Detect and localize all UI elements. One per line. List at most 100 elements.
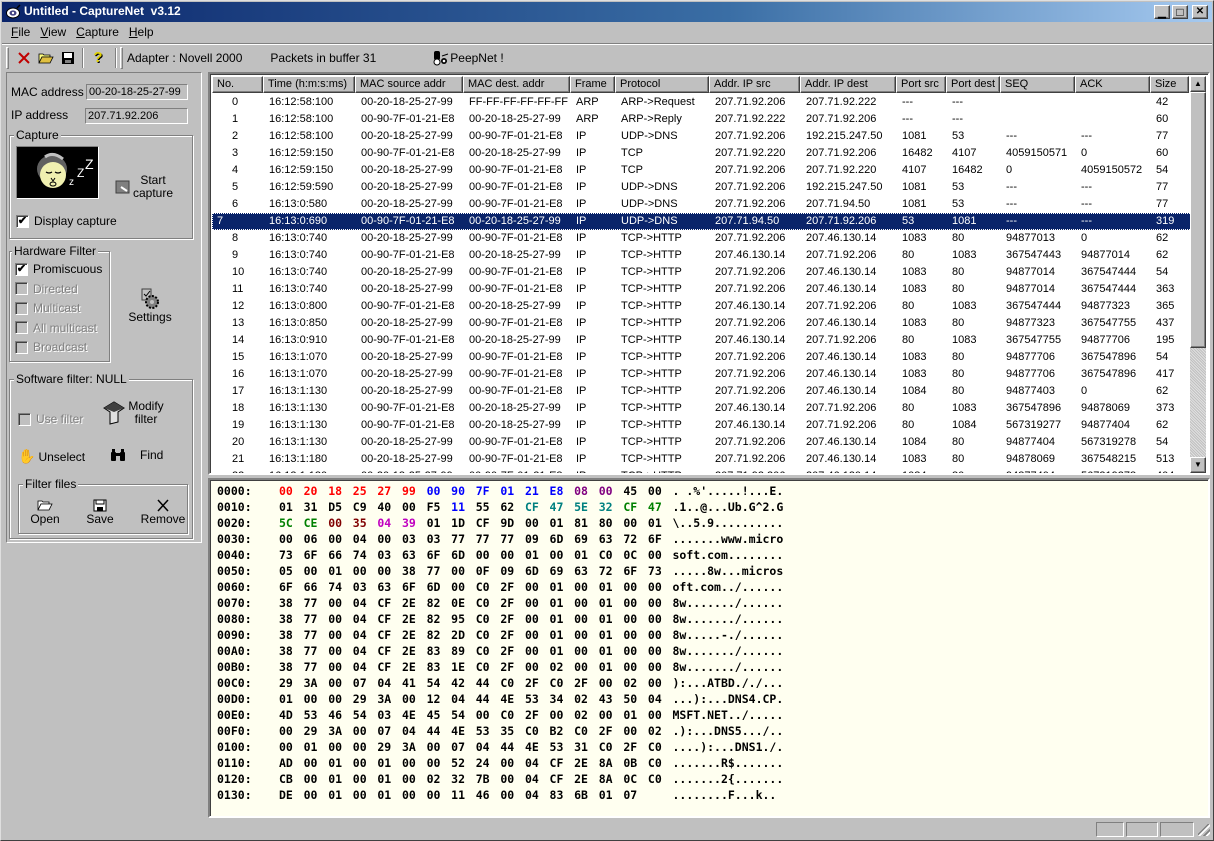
hex-byte: 00 xyxy=(451,564,466,578)
maximize-button[interactable]: □ xyxy=(1172,5,1188,19)
packet-row[interactable]: 0 16:12:58:100 00-20-18-25-27-99 FF-FF-FF-F… xyxy=(212,94,1194,111)
column-header[interactable]: Port src xyxy=(896,76,946,93)
scroll-down-button[interactable]: ▼ xyxy=(1190,457,1206,473)
column-header[interactable]: Time (h:m:s:ms) xyxy=(263,76,355,93)
scroll-up-button[interactable]: ▲ xyxy=(1190,76,1206,92)
hardware-filter-broadcast-checkbox[interactable]: Broadcast xyxy=(15,340,87,354)
packet-cell: 367547755 xyxy=(1006,334,1062,346)
column-header[interactable]: No. xyxy=(212,76,263,93)
packet-row[interactable]: 20 16:13:1:130 00-20-18-25-27-99 00-90-7F-0… xyxy=(212,434,1194,451)
toolbar-grip[interactable] xyxy=(120,46,123,69)
hex-byte: 6F xyxy=(623,564,638,578)
packet-row[interactable]: 18 16:13:1:130 00-90-7F-01-21-E8 00-20-18-2… xyxy=(212,400,1194,417)
start-capture-button[interactable]: Start capture xyxy=(114,174,174,200)
packet-cell: 00-90-7F-01-21-E8 xyxy=(469,317,563,329)
packet-cell: 16:13:1:180 xyxy=(263,468,355,473)
packet-row[interactable]: 9 16:13:0:740 00-90-7F-01-21-E8 00-20-18-25… xyxy=(212,247,1194,264)
packet-row[interactable]: 21 16:13:1:180 00-20-18-25-27-99 00-90-7F-0… xyxy=(212,451,1194,468)
packet-row[interactable]: 6 16:13:0:580 00-20-18-25-27-99 00-90-7F-01… xyxy=(212,196,1194,213)
save-filter-button[interactable]: Save xyxy=(85,499,115,526)
hex-byte: 44 xyxy=(426,724,441,738)
peepnet-button[interactable]: PeepNet ! xyxy=(432,50,504,66)
packet-row[interactable]: 13 16:13:0:850 00-20-18-25-27-99 00-90-7F-0… xyxy=(212,315,1194,332)
packet-row[interactable]: 2 16:12:58:100 00-20-18-25-27-99 00-90-7F-0… xyxy=(212,128,1194,145)
unselect-button[interactable]: ✋ Unselect xyxy=(18,448,85,465)
menu-capture[interactable]: Capture xyxy=(71,25,124,39)
save-button[interactable] xyxy=(57,47,79,69)
column-header[interactable]: MAC source addr xyxy=(355,76,463,93)
close-button[interactable]: ✕ xyxy=(1192,5,1208,19)
remove-filter-button[interactable]: Remove xyxy=(141,499,185,526)
packet-row[interactable]: 8 16:13:0:740 00-20-18-25-27-99 00-90-7F-01… xyxy=(212,230,1194,247)
column-header[interactable]: Protocol xyxy=(615,76,709,93)
column-header[interactable]: SEQ xyxy=(1000,76,1075,93)
packet-row[interactable]: 2216:13:1:18000-20-18-25-27-9900-90-7F-0… xyxy=(212,468,1194,473)
hex-byte: 00 xyxy=(623,724,638,738)
packet-row[interactable]: 4 16:12:59:150 00-20-18-25-27-99 00-90-7F-0… xyxy=(212,162,1194,179)
packet-cell: 00-90-7F-01-21-E8 xyxy=(469,130,563,142)
packet-cell: 17 xyxy=(232,385,245,397)
x-icon xyxy=(18,51,30,64)
packet-cell: 16:13:1:130 xyxy=(269,402,328,414)
title-bar: Untitled - CaptureNet v3.12 ▁ □ ✕ xyxy=(0,0,1214,22)
hex-dump-view[interactable]: 0000: 00 20 18 25 27 99 00 90 7F 01 21 E8 08 00 45 00 . .… xyxy=(208,478,1210,818)
scroll-thumb[interactable] xyxy=(1190,92,1206,348)
packet-row[interactable]: 1 16:12:58:100 00-90-7F-01-21-E8 00-20-18-2… xyxy=(212,111,1194,128)
hex-byte: 01 xyxy=(328,788,343,802)
packet-row[interactable]: 12 16:13:0:800 00-90-7F-01-21-E8 00-20-18-2… xyxy=(212,298,1194,315)
resize-grip-icon[interactable] xyxy=(1198,824,1210,836)
hex-byte: 6F xyxy=(426,548,441,562)
hex-byte: 00 xyxy=(647,628,662,642)
menu-help[interactable]: Help xyxy=(124,25,159,39)
column-header[interactable]: MAC dest. addr xyxy=(463,76,570,93)
open-filter-button[interactable]: Open xyxy=(25,499,65,526)
settings-button[interactable]: Settings xyxy=(128,288,172,324)
hex-byte: 00 xyxy=(524,516,539,530)
packet-row[interactable]: 16 16:13:1:070 00-20-18-25-27-99 00-90-7F-0… xyxy=(212,366,1194,383)
find-button[interactable]: Find xyxy=(110,448,163,462)
packet-cell: 94877013 xyxy=(1006,232,1055,244)
menu-file[interactable]: File xyxy=(6,25,35,39)
help-button[interactable]: ? xyxy=(87,47,109,69)
hex-byte: 00 xyxy=(401,756,416,770)
binoculars-icon xyxy=(111,449,125,461)
packet-cell: 1081 xyxy=(902,130,927,142)
use-filter-checkbox[interactable]: Use filter xyxy=(18,412,83,426)
packet-row[interactable]: 19 16:13:1:130 00-90-7F-01-21-E8 00-20-18-2… xyxy=(212,417,1194,434)
packet-cell: 16:13:1:130 xyxy=(269,419,328,431)
packet-row[interactable]: 3 16:12:59:150 00-90-7F-01-21-E8 00-20-18-2… xyxy=(212,145,1194,162)
minimize-button[interactable]: ▁ xyxy=(1154,5,1170,19)
column-header[interactable]: Frame xyxy=(570,76,615,93)
display-capture-checkbox[interactable]: ✔ Display capture xyxy=(16,214,117,228)
hardware-filter-multicast-checkbox[interactable]: Multicast xyxy=(15,301,80,315)
packet-row[interactable]: 14 16:13:0:910 00-90-7F-01-21-E8 00-20-18-2… xyxy=(212,332,1194,349)
packet-cell: 00-20-18-25-27-99 xyxy=(469,215,561,227)
packet-row[interactable]: 15 16:13:1:070 00-20-18-25-27-99 00-90-7F-0… xyxy=(212,349,1194,366)
column-header[interactable]: Size xyxy=(1150,76,1189,93)
svg-text:Z: Z xyxy=(77,166,84,180)
column-header[interactable]: ACK xyxy=(1075,76,1150,93)
hardware-filter-promiscuous-checkbox[interactable]: ✔ Promiscuous xyxy=(15,262,102,276)
hex-byte: 07 xyxy=(352,676,367,690)
hardware-filter-all-multicast-checkbox[interactable]: All multicast xyxy=(15,321,97,335)
hex-byte: 2E xyxy=(401,612,416,626)
column-header[interactable]: Port dest xyxy=(946,76,1000,93)
packet-row[interactable]: 11 16:13:0:740 00-20-18-25-27-99 00-90-7F-0… xyxy=(212,281,1194,298)
column-header[interactable]: Addr. IP src xyxy=(709,76,800,93)
hardware-filter-directed-checkbox[interactable]: Directed xyxy=(15,282,78,296)
hex-byte: 00 xyxy=(598,708,613,722)
packet-row[interactable]: 17 16:13:1:130 00-20-18-25-27-99 00-90-7F-0… xyxy=(212,383,1194,400)
packet-list-scrollbar[interactable]: ▲ ▼ xyxy=(1190,76,1206,473)
column-header[interactable]: Addr. IP dest xyxy=(800,76,896,93)
packet-cell: 16 xyxy=(232,368,245,380)
hex-byte: 25 xyxy=(352,484,367,498)
packet-row[interactable]: 5 16:12:59:590 00-20-18-25-27-99 00-90-7F-0… xyxy=(212,179,1194,196)
packet-cell: IP xyxy=(576,419,587,431)
toolbar-grip[interactable] xyxy=(6,46,9,69)
menu-view[interactable]: View xyxy=(35,25,71,39)
packet-row[interactable]: 10 16:13:0:740 00-20-18-25-27-99 00-90-7F-0… xyxy=(212,264,1194,281)
delete-button[interactable] xyxy=(13,47,35,69)
open-button[interactable] xyxy=(35,47,57,69)
modify-filter-button[interactable]: Modify filter xyxy=(98,400,168,426)
packet-row[interactable]: 7 16:13:0:690 00-90-7F-01-21-E8 00-20-18-25… xyxy=(212,213,1194,230)
